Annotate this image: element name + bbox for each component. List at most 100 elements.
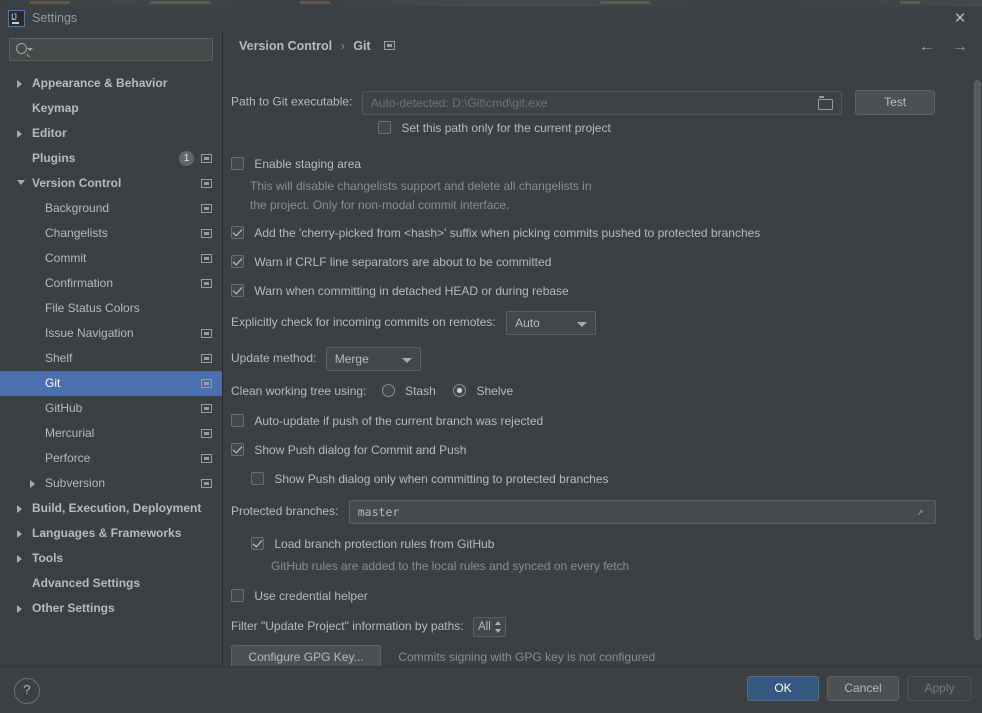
sidebar-item-label: Build, Execution, Deployment: [32, 501, 202, 515]
chevron-down-icon: [27, 48, 33, 51]
cancel-button[interactable]: Cancel: [827, 676, 899, 701]
panel-reset-icon[interactable]: [201, 479, 212, 488]
load-branch-rules-checkbox[interactable]: [251, 537, 264, 550]
chevron-right-icon[interactable]: [17, 80, 22, 88]
warn-detached-row[interactable]: Warn when committing in detached HEAD or…: [231, 284, 569, 298]
git-path-input[interactable]: Auto-detected: D:\Git\cmd\git.exe: [361, 90, 842, 115]
content-scrollbar[interactable]: [972, 80, 982, 652]
sidebar-item-git[interactable]: Git: [0, 371, 222, 396]
sidebar-item-version-control[interactable]: Version Control: [0, 171, 222, 196]
load-branch-rules-hint: GitHub rules are added to the local rule…: [271, 559, 630, 573]
help-button[interactable]: ?: [14, 678, 40, 704]
sidebar-item-commit[interactable]: Commit: [0, 246, 222, 271]
sidebar-item-perforce[interactable]: Perforce: [0, 446, 222, 471]
sidebar-item-issue-navigation[interactable]: Issue Navigation: [0, 321, 222, 346]
use-credential-helper-row[interactable]: Use credential helper: [231, 589, 368, 603]
stash-radio[interactable]: [381, 384, 395, 397]
show-push-dialog-row[interactable]: Show Push dialog for Commit and Push: [231, 443, 466, 457]
cherry-picked-row[interactable]: Add the 'cherry-picked from <hash>' suff…: [231, 226, 760, 240]
chevron-right-icon[interactable]: [17, 130, 22, 138]
panel-reset-icon[interactable]: [201, 354, 212, 363]
back-icon[interactable]: ←: [919, 38, 935, 55]
panel-reset-icon[interactable]: [201, 404, 212, 413]
sidebar-item-appearance-behavior[interactable]: Appearance & Behavior: [0, 71, 222, 96]
show-push-protected-checkbox[interactable]: [251, 472, 264, 485]
breadcrumb-root[interactable]: Version Control: [239, 39, 332, 53]
load-branch-rules-row[interactable]: Load branch protection rules from GitHub: [251, 537, 494, 551]
use-credential-helper-checkbox[interactable]: [231, 589, 244, 602]
cherry-picked-label: Add the 'cherry-picked from <hash>' suff…: [254, 226, 761, 240]
incoming-commits-dropdown[interactable]: Auto: [506, 311, 597, 335]
set-path-current-project-checkbox[interactable]: [378, 121, 391, 134]
navigation-arrows: ← →: [905, 38, 968, 56]
sidebar-item-github[interactable]: GitHub: [0, 396, 222, 421]
sidebar-item-subversion[interactable]: Subversion: [0, 471, 222, 496]
panel-reset-icon[interactable]: [201, 329, 212, 338]
filter-update-project-spinner[interactable]: All: [472, 617, 506, 637]
sidebar-item-languages-frameworks[interactable]: Languages & Frameworks: [0, 521, 222, 546]
sidebar-item-plugins[interactable]: Plugins 1: [0, 146, 222, 171]
protected-branches-input[interactable]: master ↗: [348, 500, 936, 524]
sidebar-item-file-status-colors[interactable]: File Status Colors: [0, 296, 222, 321]
warn-crlf-checkbox[interactable]: [231, 255, 244, 268]
sidebar-item-confirmation[interactable]: Confirmation: [0, 271, 222, 296]
update-method-dropdown[interactable]: Merge: [325, 347, 421, 371]
scrollbar-thumb[interactable]: [974, 80, 981, 640]
test-button[interactable]: Test: [855, 90, 936, 115]
panel-reset-icon[interactable]: [201, 379, 212, 388]
search-box[interactable]: [9, 38, 213, 61]
warn-crlf-row[interactable]: Warn if CRLF line separators are about t…: [231, 255, 551, 269]
expand-field-icon[interactable]: ↗: [917, 506, 928, 517]
show-push-dialog-checkbox[interactable]: [231, 443, 244, 456]
sidebar-item-keymap[interactable]: Keymap: [0, 96, 222, 121]
auto-update-push-checkbox[interactable]: [231, 414, 244, 427]
panel-reset-icon[interactable]: [201, 204, 212, 213]
sidebar-item-mercurial[interactable]: Mercurial: [0, 421, 222, 446]
panel-reset-icon[interactable]: [384, 41, 396, 50]
cherry-picked-checkbox[interactable]: [231, 226, 244, 239]
panel-reset-icon[interactable]: [201, 454, 212, 463]
chevron-right-icon[interactable]: [17, 605, 22, 613]
enable-staging-checkbox[interactable]: [231, 157, 244, 170]
warn-detached-checkbox[interactable]: [231, 284, 244, 297]
panel-reset-icon[interactable]: [201, 229, 212, 238]
sidebar-item-changelists[interactable]: Changelists: [0, 221, 222, 246]
set-path-current-project-row[interactable]: Set this path only for the current proje…: [378, 121, 611, 135]
chevron-right-icon[interactable]: [30, 480, 35, 488]
apply-button[interactable]: Apply: [907, 676, 972, 701]
sidebar-item-editor[interactable]: Editor: [0, 121, 222, 146]
configure-gpg-key-button[interactable]: Configure GPG Key...: [231, 645, 381, 666]
enable-staging-row[interactable]: Enable staging area: [231, 157, 361, 171]
panel-reset-icon[interactable]: [201, 429, 212, 438]
forward-icon[interactable]: →: [952, 38, 968, 55]
panel-reset-icon[interactable]: [201, 254, 212, 263]
search-input[interactable]: [34, 39, 208, 60]
sidebar-item-advanced-settings[interactable]: Advanced Settings: [0, 571, 222, 596]
enable-staging-hint-2: the project. Only for non-modal commit i…: [250, 198, 510, 212]
shelve-radio[interactable]: [453, 384, 467, 397]
sidebar-item-tools[interactable]: Tools: [0, 546, 222, 571]
sidebar-item-other-settings[interactable]: Other Settings: [0, 596, 222, 621]
sidebar-item-background[interactable]: Background: [0, 196, 222, 221]
spinner-up-icon[interactable]: [494, 621, 501, 625]
breadcrumb-separator: ›: [340, 39, 345, 53]
panel-reset-icon[interactable]: [201, 154, 212, 163]
folder-icon[interactable]: [817, 96, 833, 110]
panel-reset-icon[interactable]: [201, 179, 212, 188]
sidebar-item-build-execution-deployment[interactable]: Build, Execution, Deployment: [0, 496, 222, 521]
chevron-right-icon[interactable]: [17, 555, 22, 563]
stash-radio-group[interactable]: Stash: [381, 384, 439, 398]
show-push-protected-row[interactable]: Show Push dialog only when committing to…: [251, 472, 609, 486]
sidebar-item-label: Version Control: [32, 176, 122, 190]
shelve-radio-group[interactable]: Shelve: [453, 384, 513, 398]
settings-sidebar: Appearance & Behavior Keymap Editor Plugins…: [0, 32, 223, 666]
chevron-right-icon[interactable]: [17, 530, 22, 538]
sidebar-item-shelf[interactable]: Shelf: [0, 346, 222, 371]
ok-button[interactable]: OK: [747, 676, 819, 701]
spinner-down-icon[interactable]: [494, 629, 501, 633]
panel-reset-icon[interactable]: [201, 279, 212, 288]
chevron-down-icon[interactable]: [17, 180, 25, 185]
close-icon[interactable]: ✕: [948, 9, 972, 29]
chevron-right-icon[interactable]: [17, 505, 22, 513]
auto-update-push-row[interactable]: Auto-update if push of the current branc…: [231, 414, 543, 428]
